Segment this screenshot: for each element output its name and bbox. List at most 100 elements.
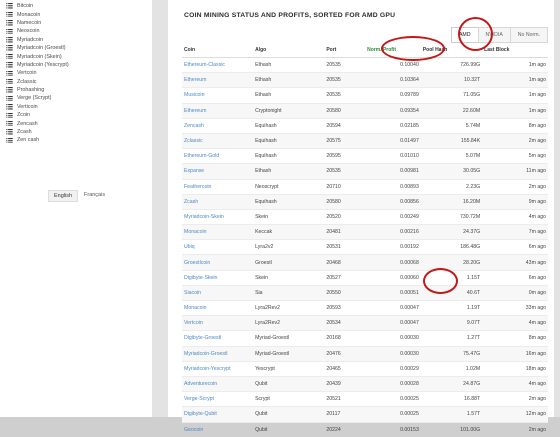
algo-cell: Skein — [253, 208, 325, 225]
coin-cell[interactable]: Zclassic — [182, 132, 254, 149]
norm-profit-cell: 0.09789 — [365, 87, 421, 104]
sidebar-item[interactable]: Neoscoin — [6, 27, 69, 35]
column-pool-hash-header[interactable]: Pool Hash — [420, 42, 483, 58]
coin-cell[interactable]: Digibyte-Qubit — [182, 406, 254, 422]
sidebar-item[interactable]: Zen cash — [6, 136, 69, 144]
list-icon — [6, 20, 13, 26]
language-french-button[interactable]: Français — [84, 192, 105, 198]
coin-cell[interactable]: Ethereum — [182, 72, 254, 88]
sidebar-item[interactable]: Vertcoin — [6, 69, 69, 77]
algo-cell: Ethash — [253, 163, 325, 179]
sidebar-item-label: Neoscoin — [17, 28, 40, 35]
sidebar-item[interactable]: Myriadcoin (Skein) — [6, 52, 69, 60]
sidebar-item[interactable]: Prohashing — [6, 86, 69, 94]
filter-no-norm-button[interactable]: No Norm. — [509, 27, 548, 43]
last-block-cell: 18m ago — [482, 360, 548, 377]
coin-cell[interactable]: Ethereum-Classic — [182, 56, 254, 73]
coin-cell[interactable]: Ethereum — [182, 102, 254, 119]
coin-cell[interactable]: Zcash — [182, 193, 254, 210]
sidebar-item[interactable]: Monacoin — [6, 10, 69, 18]
coin-cell[interactable]: Digibyte-Groestl — [182, 330, 254, 347]
column-port-header[interactable]: Port — [324, 42, 366, 58]
column-algo-header[interactable]: Algo — [253, 42, 325, 58]
port-cell: 20439 — [324, 375, 366, 392]
list-icon — [6, 120, 13, 127]
column-last-block-header[interactable]: Last Block — [482, 42, 548, 58]
norm-profit-cell: 0.02185 — [365, 117, 421, 134]
table-row: Zclassic Equihash 20575 0.01497 155.84K 2m ag… — [182, 132, 548, 149]
coin-cell[interactable]: Adventurecoin — [182, 375, 254, 392]
coin-cell[interactable]: Myriadcoin-Skein — [182, 208, 254, 225]
coin-cell[interactable]: Digibyte-Skein — [182, 269, 254, 286]
sidebar-item-label: Myriadcoin — [17, 36, 44, 43]
sidebar-item[interactable]: Zclassic — [6, 78, 69, 86]
port-cell: 20710 — [324, 178, 366, 195]
coin-cell[interactable]: Ethereum-Gold — [182, 148, 254, 164]
norm-profit-cell: 0.00051 — [365, 284, 421, 301]
table-row: Myriadcoin-Skein Skein 20520 0.00249 730.72M… — [182, 208, 548, 225]
algo-cell: Equihash — [253, 193, 325, 210]
norm-profit-cell: 0.01010 — [365, 148, 421, 164]
algo-cell: Equihash — [253, 117, 325, 134]
table-row: Ethereum Cryptonight 20580 0.09354 22.60M 1m … — [182, 102, 548, 119]
algo-cell: Myriad-Groestl — [253, 345, 325, 362]
sidebar-item[interactable]: Zencash — [6, 119, 69, 127]
sidebar-item[interactable]: Myriadcoin (Groestl) — [6, 44, 69, 52]
sidebar-item[interactable]: Verge (Scrypt) — [6, 94, 69, 102]
filter-amd-button[interactable]: AMD — [450, 27, 479, 43]
coin-cell[interactable]: Vertcoin — [182, 315, 254, 331]
coin-cell[interactable]: Siacoin — [182, 284, 254, 301]
table-row: Monacoin Keccak 20481 0.00216 24.37G 7m ago — [182, 224, 548, 240]
last-block-cell: 1m ago — [482, 87, 548, 104]
algo-cell: Sia — [253, 284, 325, 301]
pool-hash-cell: 5.74M — [420, 117, 483, 134]
coin-cell[interactable]: Monacoin — [182, 224, 254, 240]
table-row: Myriadcoin-Yescrypt Yescrypt 20465 0.00029 1… — [182, 360, 548, 377]
norm-profit-cell: 0.01497 — [365, 132, 421, 149]
sidebar-item-label: Myriadcoin (Yescrypt) — [17, 61, 69, 68]
table-row: Monacoin Lyra2Rev2 20593 0.00047 1.19T 33m ag… — [182, 299, 548, 316]
coin-cell[interactable]: Verge-Scrypt — [182, 391, 254, 407]
pool-hash-cell: 24.37G — [420, 224, 483, 240]
sidebar-item-label: Prohashing — [17, 87, 45, 94]
language-english-button[interactable]: English — [48, 190, 79, 202]
coin-cell[interactable]: Geocoin — [182, 421, 254, 437]
table-row: Ethereum Ethash 20535 0.10364 10.32T 1m ago — [182, 72, 548, 88]
sidebar-item[interactable]: Zcoin — [6, 111, 69, 119]
coin-cell[interactable]: Myriadcoin-Groestl — [182, 345, 254, 362]
list-icon — [6, 53, 13, 60]
norm-profit-cell: 0.10364 — [365, 72, 421, 88]
pool-hash-cell: 1.27T — [420, 330, 483, 347]
sidebar-item[interactable]: Namecoin — [6, 19, 69, 27]
column-norm-profit-header[interactable]: Norm. Profit — [365, 42, 421, 58]
sidebar-item[interactable]: Bitcoin — [6, 2, 69, 10]
table-row: Geocoin Qubit 20224 0.00153 101.00G 2m ago — [182, 421, 548, 437]
coin-cell[interactable]: Musicoin — [182, 87, 254, 104]
norm-profit-cell: 0.00981 — [365, 163, 421, 179]
coin-cell[interactable]: Zencash — [182, 117, 254, 134]
coin-cell[interactable]: Ubiq — [182, 239, 254, 255]
coin-cell[interactable]: Monacoin — [182, 299, 254, 316]
main-area: COIN MINING STATUS AND PROFITS, SORTED F… — [152, 0, 560, 437]
sidebar-item[interactable]: Myriadcoin (Yescrypt) — [6, 61, 69, 69]
sidebar-item[interactable]: Verticoin — [6, 103, 69, 111]
norm-profit-cell: 0.00025 — [365, 406, 421, 422]
norm-profit-cell: 0.00856 — [365, 193, 421, 210]
port-cell: 20481 — [324, 224, 366, 240]
sidebar-item[interactable]: Myriadcoin — [6, 36, 69, 44]
coin-cell[interactable]: Groestlcoin — [182, 254, 254, 271]
port-cell: 20535 — [324, 163, 366, 179]
column-coin-header[interactable]: Coin — [182, 42, 254, 58]
table-row: Feathercoin Neoscrypt 20710 0.00893 2.23G 2m … — [182, 178, 548, 195]
filter-nvidia-button[interactable]: NVIDIA — [477, 27, 511, 43]
coin-cell[interactable]: Myriadcoin-Yescrypt — [182, 360, 254, 377]
port-cell: 20465 — [324, 360, 366, 377]
sidebar-item-label: Zen cash — [17, 137, 40, 144]
algo-cell: Keccak — [253, 224, 325, 240]
sidebar-item[interactable]: Zcash — [6, 128, 69, 136]
port-cell: 20531 — [324, 239, 366, 255]
coin-cell[interactable]: Feathercoin — [182, 178, 254, 195]
gpu-filter-group: AMD NVIDIA No Norm. — [450, 27, 548, 43]
coin-cell[interactable]: Expanse — [182, 163, 254, 179]
norm-profit-cell: 0.00060 — [365, 269, 421, 286]
